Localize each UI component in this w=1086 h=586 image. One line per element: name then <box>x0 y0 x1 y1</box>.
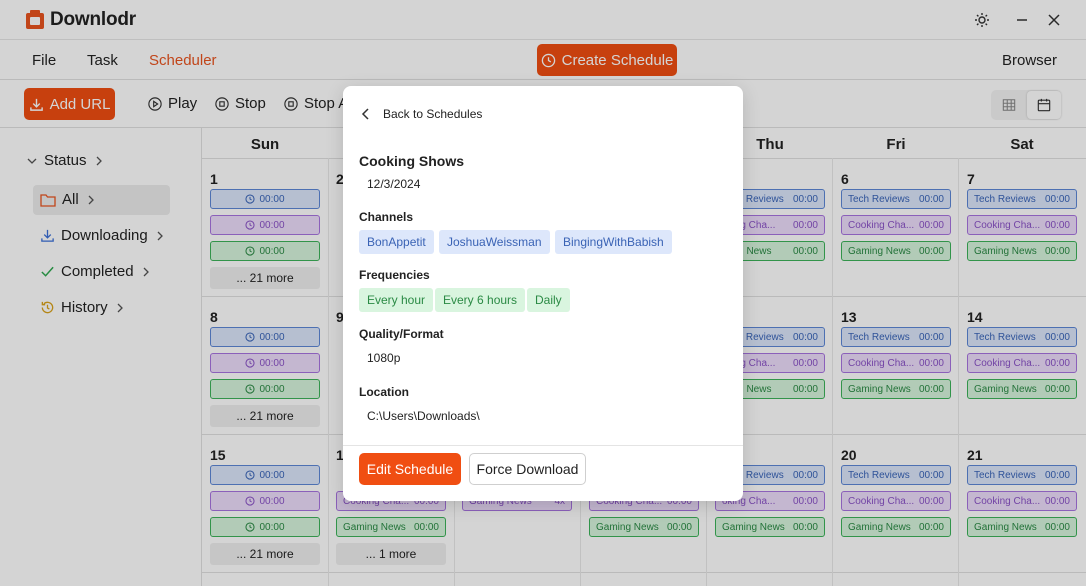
chevron-left-icon <box>361 108 369 120</box>
schedule-date: 12/3/2024 <box>367 177 421 191</box>
schedule-title: Cooking Shows <box>359 153 464 169</box>
channel-chip: BingingWithBabish <box>555 230 672 254</box>
channel-chip: JoshuaWeissman <box>439 230 550 254</box>
channel-chip: BonAppetit <box>359 230 434 254</box>
force-download-button[interactable]: Force Download <box>469 453 586 485</box>
modal-divider <box>343 445 743 446</box>
quality-label: Quality/Format <box>359 327 444 341</box>
frequencies-label: Frequencies <box>359 268 430 282</box>
quality-value: 1080p <box>367 351 401 365</box>
back-to-schedules-button[interactable]: Back to Schedules <box>361 107 482 121</box>
location-label: Location <box>359 385 409 399</box>
channels-label: Channels <box>359 210 414 224</box>
frequency-chip: Every hour <box>359 288 434 312</box>
schedule-details-modal: Back to Schedules Cooking Shows 12/3/202… <box>343 86 743 501</box>
location-value: C:\Users\Downloads\ <box>367 409 480 423</box>
frequency-chip: Daily <box>527 288 570 312</box>
frequency-chip: Every 6 hours <box>435 288 526 312</box>
back-label: Back to Schedules <box>383 107 483 121</box>
edit-schedule-button[interactable]: Edit Schedule <box>359 453 461 485</box>
